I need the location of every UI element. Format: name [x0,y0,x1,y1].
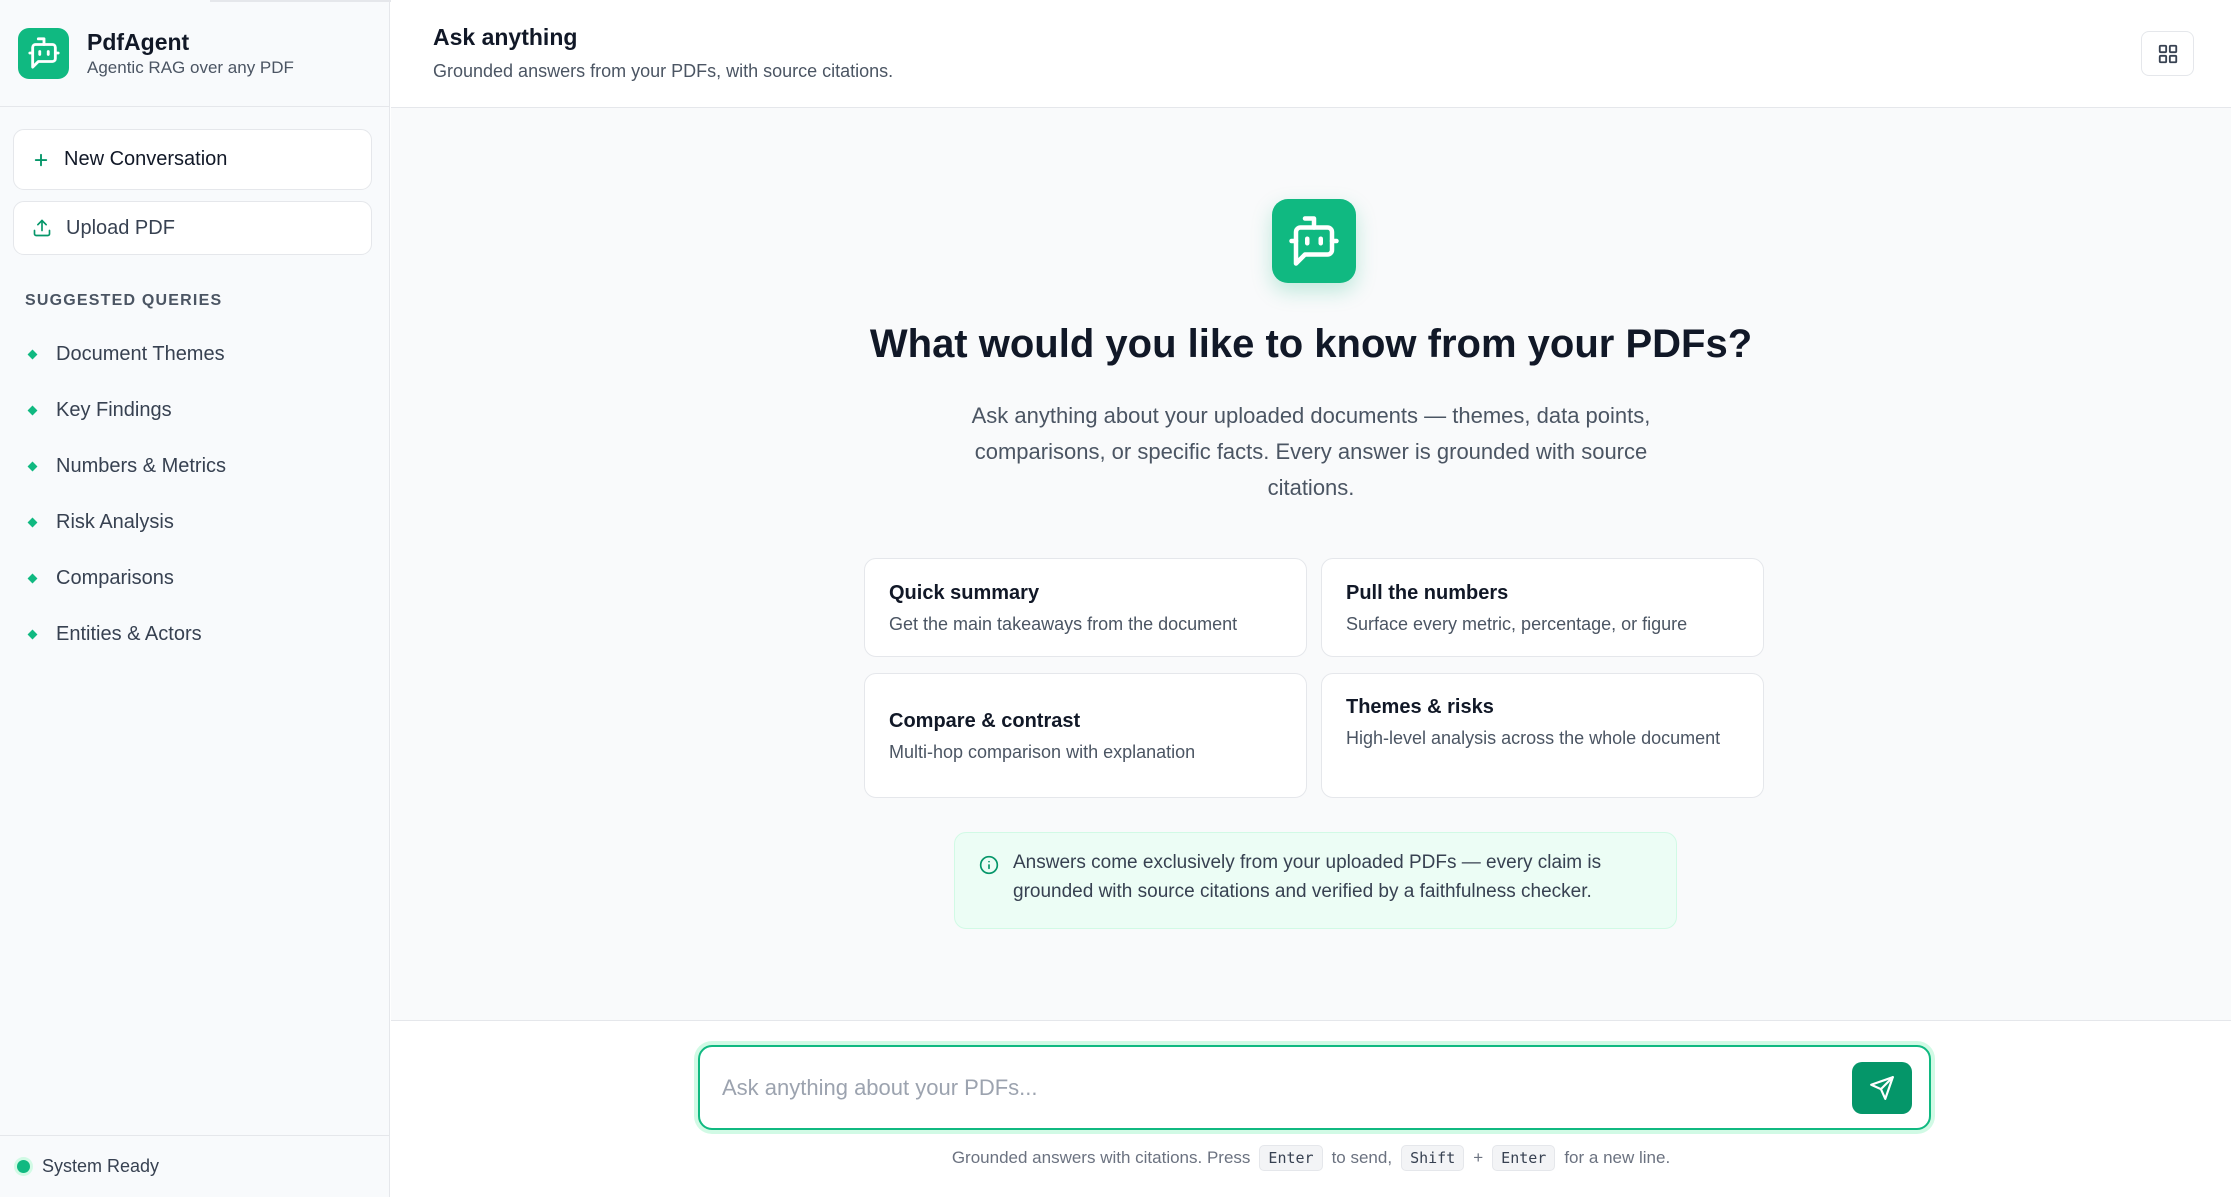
sidebar-query-comparisons[interactable]: Comparisons [25,558,365,598]
bot-message-icon [1272,199,1356,283]
upload-pdf-button[interactable]: Upload PDF [13,201,372,255]
send-button[interactable] [1852,1062,1912,1114]
card-description: High-level analysis across the whole doc… [1346,728,1721,748]
app-subtitle: Agentic RAG over any PDF [87,58,294,77]
sidebar: PdfAgent Agentic RAG over any PDF New Co… [0,0,390,1197]
hint-mid: to send, [1331,1148,1393,1167]
new-conversation-button[interactable]: New Conversation [13,129,372,190]
upload-pdf-label: Upload PDF [66,216,175,239]
query-label: Risk Analysis [56,510,174,533]
page-subtitle: Grounded answers from your PDFs, with so… [433,61,894,81]
plus-icon [34,153,48,166]
shift-key-badge: Shift [1401,1145,1465,1171]
hero-description: Ask anything about your uploaded documen… [971,403,1651,500]
sidebar-query-risk-analysis[interactable]: Risk Analysis [25,502,365,542]
suggestion-card-pull-numbers[interactable]: Pull the numbers Surface every metric, p… [1321,558,1764,657]
sidebar-query-entities-actors[interactable]: Entities & Actors [25,614,365,654]
system-status: System Ready [0,1135,390,1197]
brand-header: PdfAgent Agentic RAG over any PDF [0,0,389,107]
sidebar-query-numbers-metrics[interactable]: Numbers & Metrics [25,446,365,486]
hint-prefix: Grounded answers with citations. Press [951,1148,1251,1167]
sidebar-query-document-themes[interactable]: Document Themes [25,334,365,374]
status-dot-icon [17,1160,30,1173]
layout-grid-icon [2158,44,2177,63]
card-title: Pull the numbers [1346,582,1509,604]
page-title: Ask anything [433,24,578,50]
query-label: Comparisons [56,566,174,589]
page-header: Ask anything Grounded answers from your … [391,0,2231,108]
query-label: Entities & Actors [56,622,202,645]
hero-title: What would you like to know from your PD… [869,322,1753,366]
card-title: Quick summary [889,582,1040,604]
card-title: Compare & contrast [889,710,1081,732]
enter-key-badge: Enter [1259,1145,1323,1171]
new-conversation-label: New Conversation [64,148,228,170]
app-title: PdfAgent [87,29,190,55]
chat-composer: Grounded answers with citations. Press E… [391,1020,2231,1197]
chat-input[interactable] [722,1061,1822,1115]
diamond-bullet-icon [27,629,38,639]
send-icon [1870,1076,1894,1100]
suggestion-card-quick-summary[interactable]: Quick summary Get the main takeaways fro… [864,558,1307,657]
info-icon [979,855,999,875]
card-title: Themes & risks [1346,696,1494,718]
card-description: Surface every metric, percentage, or fig… [1346,614,1688,634]
chat-input-wrapper [698,1045,1931,1130]
status-label: System Ready [42,1156,160,1176]
layout-grid-button[interactable] [2141,31,2194,76]
upload-icon [33,219,51,237]
query-label: Key Findings [56,398,172,421]
card-description: Get the main takeaways from the document [889,614,1238,634]
diamond-bullet-icon [27,517,38,527]
composer-hint: Grounded answers with citations. Press E… [391,1145,2231,1171]
bot-message-icon [18,27,69,79]
diamond-bullet-icon [27,573,38,583]
suggested-queries-title: SUGGESTED QUERIES [25,292,223,309]
diamond-bullet-icon [27,349,38,359]
sidebar-query-key-findings[interactable]: Key Findings [25,390,365,430]
query-label: Numbers & Metrics [56,454,227,477]
main-content: What would you like to know from your PD… [391,108,2231,1020]
query-label: Document Themes [56,342,225,365]
diamond-bullet-icon [27,461,38,471]
card-description: Multi-hop comparison with explanation [889,742,1196,762]
suggestion-card-compare-contrast[interactable]: Compare & contrast Multi-hop comparison … [864,673,1307,798]
enter-key-badge: Enter [1492,1145,1556,1171]
top-divider [210,0,410,2]
note-text: Answers come exclusively from your uploa… [1013,852,1602,902]
grounding-info-note: Answers come exclusively from your uploa… [954,832,1677,929]
hint-suffix: for a new line. [1564,1148,1671,1167]
suggestion-card-themes-risks[interactable]: Themes & risks High-level analysis acros… [1321,673,1764,798]
hint-plus: + [1473,1148,1484,1167]
diamond-bullet-icon [27,405,38,415]
